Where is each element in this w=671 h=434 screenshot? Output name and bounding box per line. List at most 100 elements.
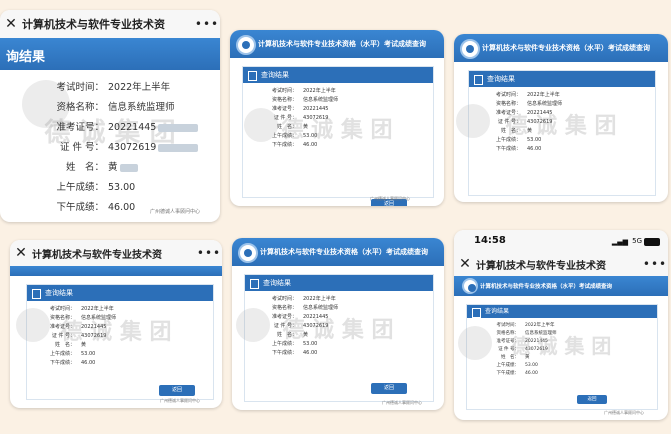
panel-header: 查询结果 (243, 67, 433, 83)
wechat-title-bar: ✕ 计算机技术与软件专业技术资 ••• (10, 240, 222, 267)
exam-logo-icon (462, 278, 478, 294)
result-header-label: 询结果 (6, 50, 46, 65)
row-pm-score: 下午成绩： 46.00 (271, 350, 318, 356)
row-ticket-no: 准考证号： 20221445 (495, 110, 553, 116)
back-button[interactable]: 返回 (577, 395, 607, 404)
screenshot-card-2: 计算机技术与软件专业技术资格（水平）考试成绩查询 查询结果 考试时间： 2022年… (230, 30, 444, 206)
panel-header: 查询结果 (467, 305, 657, 318)
page-header: 计算机技术与软件专业技术资格（水平）考试成绩查询 (230, 30, 444, 58)
row-name: 姓 名：黄 (54, 342, 87, 348)
row-ticket-no: 准考证号： 20221445 (271, 106, 329, 112)
row-ticket-no: 准考证号： 20221445 (0, 118, 220, 138)
more-icon[interactable]: ••• (196, 246, 222, 260)
row-qualification: 资格名称： 信息系统监理师 (495, 101, 563, 107)
row-qualification: 资格名称： 信息系统监理师 (49, 315, 117, 321)
row-ticket-no: 准考证号： 20221445 (271, 314, 329, 320)
wechat-title: 计算机技术与软件专业技术资 (32, 249, 162, 261)
result-panel: 查询结果 考试时间： 2022年上半年 资格名称： 信息系统监理师 准考证号： 202… (468, 70, 656, 196)
back-button[interactable]: 返回 (159, 385, 195, 396)
network-type: 5G (632, 237, 642, 245)
row-exam-time: 考试时间： 2022年上半年 (271, 88, 336, 94)
footer-text: 广州德诚人事顾问中心 (604, 410, 644, 415)
exam-logo-icon (460, 39, 480, 59)
row-id-no: 证 件 号： 43072619 (273, 323, 329, 329)
row-qualification: 资格名称： 信息系统监理师 (496, 331, 557, 336)
exam-logo-icon (236, 35, 256, 55)
document-icon (474, 75, 483, 85)
row-exam-time: 考试时间： 2022年上半年 (49, 306, 114, 312)
document-icon (472, 308, 481, 318)
row-id-no: 证 件 号： 43072619 (497, 119, 553, 125)
result-rows: 考试时间： 2022年上半年 资格名称： 信息系统监理师 准考证号： 20221445… (243, 83, 433, 150)
row-qualification: 资格名称： 信息系统监理师 (271, 305, 339, 311)
close-icon[interactable]: ✕ (10, 245, 32, 261)
row-am-score: 上午成绩： 53.00 (271, 341, 318, 347)
row-pm-score: 下午成绩： 46.00 (496, 371, 538, 376)
page-title: 计算机技术与软件专业技术资格（水平）考试成绩查询 (482, 44, 650, 52)
row-name: 姓 名：黄 (0, 158, 220, 178)
row-exam-time: 考试时间： 2022年上半年 (495, 92, 560, 98)
more-icon[interactable]: ••• (642, 257, 668, 271)
row-exam-time: 考试时间： 2022年上半年 (496, 323, 555, 328)
row-ticket-no: 准考证号： 20221445 (496, 339, 548, 344)
row-name: 姓 名：黄 (276, 332, 309, 338)
row-am-score: 上午成绩： 53.00 (56, 182, 136, 193)
page-title: 计算机技术与软件专业技术资格（水平）考试成绩查询 (480, 284, 613, 290)
screenshot-card-6: 14:58 ▂▄▆ 5G ✕ 计算机技术与软件专业技术资 ••• 计算机技术与软… (454, 230, 668, 420)
exam-logo-icon (238, 243, 258, 263)
page-header: 计算机技术与软件专业技术资格（水平）考试成绩查询 (232, 238, 444, 266)
page-header: 计算机技术与软件专业技术资格（水平）考试成绩查询 (454, 276, 668, 296)
footer-text: 广州德诚人事顾问中心 (370, 196, 410, 201)
screenshot-card-4: ✕ 计算机技术与软件专业技术资 ••• 查询结果 考试时间： 2022年上半年 资… (10, 240, 222, 408)
screenshot-card-3: 计算机技术与软件专业技术资格（水平）考试成绩查询 查询结果 考试时间： 2022年… (454, 34, 668, 202)
close-icon[interactable]: ✕ (0, 16, 22, 32)
result-panel: 查询结果 考试时间： 2022年上半年 资格名称： 信息系统监理师 准考证号： 202… (466, 304, 658, 410)
row-qualification: 资格名称： 信息系统监理师 (271, 97, 339, 103)
result-rows: 考试时间： 2022年上半年 资格名称： 信息系统监理师 准考证号： 20221445… (467, 318, 657, 378)
footer-text: 广州德诚人事顾问中心 (382, 400, 422, 405)
row-am-score: 上午成绩： 53.00 (49, 351, 96, 357)
result-rows: 考试时间： 2022年上半年 资格名称： 信息系统监理师 准考证号： 20221445… (27, 301, 213, 368)
more-icon[interactable]: ••• (194, 17, 220, 31)
result-rows: 考试时间： 2022年上半年 资格名称： 信息系统监理师 准考证号： 20221445… (469, 87, 655, 154)
row-am-score: 上午成绩： 53.00 (496, 363, 538, 368)
row-name: 姓 名：黄 (501, 355, 530, 360)
wechat-title: 计算机技术与软件专业技术资 (476, 260, 606, 272)
row-am-score: 上午成绩： 53.00 (271, 133, 318, 139)
result-panel: 查询结果 考试时间： 2022年上半年 资格名称： 信息系统监理师 准考证号： 202… (244, 274, 434, 402)
row-name: 姓 名：黄 (276, 124, 309, 130)
close-icon[interactable]: ✕ (454, 256, 476, 272)
result-rows: 考试时间： 2022年上半年 资格名称： 信息系统监理师 准考证号： 20221445… (0, 78, 220, 218)
signal-icon: ▂▄▆ (611, 238, 628, 246)
row-id-no: 证 件 号： 43072619 (273, 115, 329, 121)
result-panel: 查询结果 考试时间： 2022年上半年 资格名称： 信息系统监理师 准考证号： 202… (26, 284, 214, 400)
document-icon (248, 71, 257, 81)
status-time: 14:58 (474, 235, 506, 246)
page-title: 计算机技术与软件专业技术资格（水平）考试成绩查询 (260, 248, 428, 256)
row-qualification: 资格名称： 信息系统监理师 (56, 102, 175, 113)
row-ticket-no: 准考证号： 20221445 (49, 324, 107, 330)
result-header: 询结果 (0, 38, 220, 70)
screenshot-card-5: 计算机技术与软件专业技术资格（水平）考试成绩查询 查询结果 考试时间： 2022年… (232, 238, 444, 410)
row-am-score: 上午成绩： 53.00 (495, 137, 542, 143)
status-bar: 14:58 ▂▄▆ 5G (454, 230, 668, 252)
row-pm-score: 下午成绩： 46.00 (495, 146, 542, 152)
row-pm-score: 下午成绩： 46.00 (271, 142, 318, 148)
result-panel: 查询结果 考试时间： 2022年上半年 资格名称： 信息系统监理师 准考证号： 202… (242, 66, 434, 206)
wechat-title-bar: ✕ 计算机技术与软件专业技术资 ••• (454, 252, 668, 277)
document-icon (32, 289, 41, 299)
row-id-no: 证 件 号： 43072619 (498, 347, 548, 352)
battery-icon (644, 238, 660, 246)
panel-header: 查询结果 (469, 71, 655, 87)
wechat-title: 计算机技术与软件专业技术资 (22, 18, 165, 31)
row-id-no: 证 件 号： 43072619 (51, 333, 107, 339)
wechat-title-bar: ✕ 计算机技术与软件专业技术资 ••• (0, 10, 220, 39)
screenshot-card-1: ✕ 计算机技术与软件专业技术资 ••• 询结果 德 诚 集 团 考试时间： 202… (0, 10, 220, 222)
page-header: 计算机技术与软件专业技术资格（水平）考试成绩查询 (454, 34, 668, 62)
panel-header: 查询结果 (245, 275, 433, 291)
panel-header: 查询结果 (27, 285, 213, 301)
footer-text: 广州德诚人事顾问中心 (150, 209, 201, 215)
row-exam-time: 考试时间： 2022年上半年 (271, 296, 336, 302)
back-button[interactable]: 返回 (371, 383, 407, 394)
document-icon (250, 279, 259, 289)
